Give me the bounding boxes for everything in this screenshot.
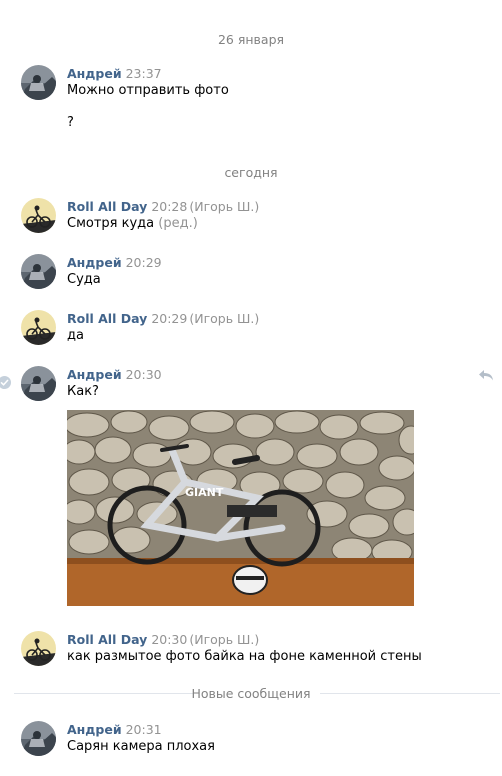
- message-rollallday-3: Roll All Day 20:30 (Игорь Ш.) как размытое…: [0, 630, 502, 670]
- message-header: Roll All Day 20:29 (Игорь Ш.): [67, 311, 259, 326]
- sender-name: (Игорь Ш.): [189, 632, 260, 647]
- message-header: Андрей 23:37: [67, 66, 162, 81]
- author-name[interactable]: Roll All Day: [67, 632, 147, 647]
- message-text: Суда: [67, 272, 101, 287]
- message-text: ?: [67, 115, 74, 130]
- date-separator: сегодня: [224, 165, 278, 180]
- message-text: Как?: [67, 384, 99, 399]
- avatar-andrey[interactable]: [21, 254, 56, 289]
- message-header: Андрей 20:30: [67, 367, 162, 382]
- message-time[interactable]: 20:28: [151, 199, 187, 214]
- message-time[interactable]: 20:31: [126, 722, 162, 737]
- avatar-rollallday[interactable]: [21, 631, 56, 666]
- message-text: да: [67, 328, 84, 343]
- message-text: Сарян камера плохая: [67, 739, 215, 754]
- photo-attachment[interactable]: GIANT: [67, 410, 414, 606]
- date-separator: 26 января: [217, 32, 285, 47]
- message-time[interactable]: 20:29: [151, 311, 187, 326]
- avatar-andrey[interactable]: [21, 366, 56, 401]
- new-messages-label: Новые сообщения: [191, 686, 311, 701]
- sender-name: (Игорь Ш.): [189, 199, 260, 214]
- avatar-andrey[interactable]: [21, 65, 56, 100]
- message-text: как размытое фото байка на фоне каменной…: [67, 649, 422, 664]
- message-time[interactable]: 20:29: [126, 255, 162, 270]
- message-rollallday-2: Roll All Day 20:29 (Игорь Ш.) да: [0, 309, 502, 349]
- message-time[interactable]: 20:30: [151, 632, 187, 647]
- author-name[interactable]: Андрей: [67, 255, 122, 270]
- author-name[interactable]: Андрей: [67, 722, 122, 737]
- new-messages-divider: Новые сообщения: [0, 686, 502, 701]
- message-andrey-1: Андрей 23:37 Можно отправить фото ?: [0, 64, 502, 144]
- check-icon: [0, 376, 11, 389]
- message-text-body: Смотря куда: [67, 216, 155, 231]
- author-name[interactable]: Roll All Day: [67, 311, 147, 326]
- message-header: Roll All Day 20:28 (Игорь Ш.): [67, 199, 259, 214]
- avatar-rollallday[interactable]: [21, 198, 56, 233]
- message-time[interactable]: 20:30: [126, 367, 162, 382]
- message-text: Можно отправить фото: [67, 83, 229, 98]
- message-andrey-4: Андрей 20:31 Сарян камера плохая: [0, 720, 502, 760]
- message-time[interactable]: 23:37: [126, 66, 162, 81]
- author-name[interactable]: Андрей: [67, 66, 122, 81]
- reply-icon[interactable]: [478, 368, 494, 382]
- edited-label[interactable]: (ред.): [158, 216, 198, 231]
- message-header: Андрей 20:29: [67, 255, 162, 270]
- avatar-rollallday[interactable]: [21, 310, 56, 345]
- message-andrey-2: Андрей 20:29 Суда: [0, 253, 502, 293]
- message-rollallday-1: Roll All Day 20:28 (Игорь Ш.) Смотря куда …: [0, 197, 502, 237]
- author-name[interactable]: Андрей: [67, 367, 122, 382]
- sender-name: (Игорь Ш.): [189, 311, 260, 326]
- message-text: Смотря куда (ред.): [67, 216, 198, 231]
- avatar-andrey[interactable]: [21, 721, 56, 756]
- author-name[interactable]: Roll All Day: [67, 199, 147, 214]
- bike-brand-text: GIANT: [185, 486, 224, 499]
- message-header: Roll All Day 20:30 (Игорь Ш.): [67, 632, 259, 647]
- message-header: Андрей 20:31: [67, 722, 162, 737]
